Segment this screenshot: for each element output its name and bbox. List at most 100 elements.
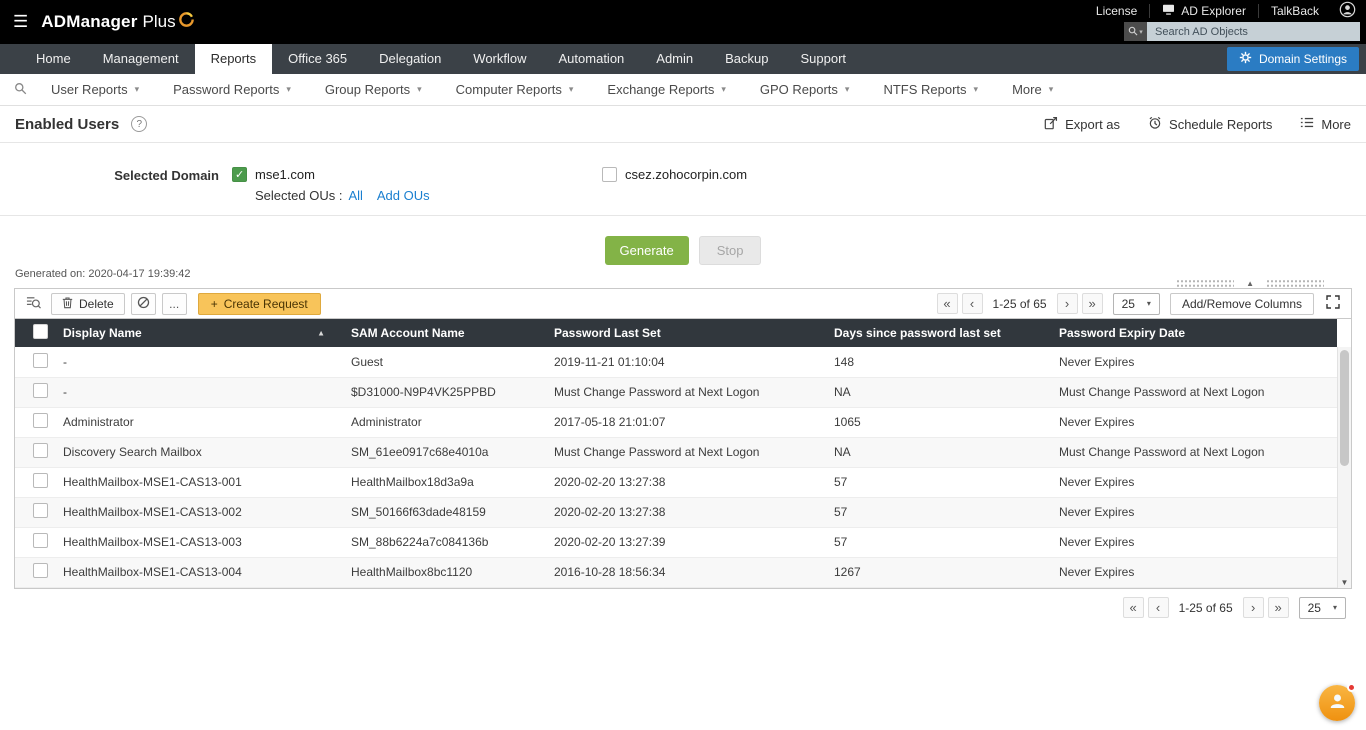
report-search-button[interactable] bbox=[4, 82, 37, 98]
row-checkbox[interactable] bbox=[32, 443, 48, 458]
add-remove-columns-button[interactable]: Add/Remove Columns bbox=[1169, 292, 1314, 315]
collapse-panel-button[interactable]: ▲ bbox=[1241, 279, 1259, 288]
domain-checkbox[interactable] bbox=[232, 167, 247, 182]
scrollbar-thumb[interactable] bbox=[1340, 350, 1349, 466]
schedule-reports-button[interactable]: Schedule Reports bbox=[1148, 116, 1272, 133]
row-checkbox[interactable] bbox=[32, 383, 48, 398]
last-page-button[interactable]: » bbox=[1267, 597, 1289, 618]
nav-tab[interactable]: Office 365 bbox=[272, 44, 363, 74]
row-checkbox[interactable] bbox=[32, 563, 48, 578]
report-category-label: NTFS Reports bbox=[883, 82, 967, 97]
page-size-value: 25 bbox=[1307, 600, 1321, 615]
report-category[interactable]: User Reports ▾ bbox=[37, 82, 159, 97]
column-header-password-last-set[interactable]: Password Last Set bbox=[544, 319, 824, 347]
report-categories: User Reports ▾ Password Reports ▾ Group … bbox=[37, 82, 1073, 97]
row-checkbox[interactable] bbox=[32, 413, 48, 428]
generate-button[interactable]: Generate bbox=[604, 236, 689, 265]
first-page-button[interactable]: « bbox=[936, 293, 958, 314]
row-checkbox[interactable] bbox=[32, 503, 48, 518]
hamburger-menu-button[interactable]: ☰ bbox=[0, 0, 41, 44]
cell-sam-account-name: Guest bbox=[341, 347, 544, 378]
column-header-password-expiry[interactable]: Password Expiry Date bbox=[1049, 319, 1337, 347]
search-input[interactable] bbox=[1147, 22, 1360, 41]
page-size-value: 25 bbox=[1121, 296, 1135, 311]
brand-logo: ADManager Plus bbox=[41, 11, 194, 32]
report-category[interactable]: Computer Reports ▾ bbox=[442, 82, 594, 97]
next-page-button[interactable]: › bbox=[1242, 597, 1264, 618]
table-row[interactable]: HealthMailbox-MSE1-CAS13-002 SM_50166f63… bbox=[15, 497, 1337, 528]
table-row[interactable]: HealthMailbox-MSE1-CAS13-003 SM_88b6224a… bbox=[15, 527, 1337, 558]
column-header-sam-account-name[interactable]: SAM Account Name bbox=[341, 319, 544, 347]
row-checkbox[interactable] bbox=[32, 533, 48, 548]
expand-grid-button[interactable] bbox=[1326, 295, 1340, 312]
page-range-text: 1-25 of 65 bbox=[992, 296, 1047, 311]
ad-explorer-link[interactable]: AD Explorer bbox=[1150, 3, 1259, 18]
nav-tab[interactable]: Home bbox=[20, 44, 87, 74]
prev-page-button[interactable]: ‹ bbox=[961, 293, 983, 314]
domain-settings-button[interactable]: Domain Settings bbox=[1226, 47, 1359, 71]
domain-checkbox[interactable] bbox=[602, 167, 617, 182]
next-page-button[interactable]: › bbox=[1056, 293, 1078, 314]
nav-tab[interactable]: Automation bbox=[543, 44, 641, 74]
nav-tab[interactable]: Admin bbox=[640, 44, 709, 74]
report-category[interactable]: More ▾ bbox=[998, 82, 1073, 97]
column-header-days-since[interactable]: Days since password last set bbox=[824, 319, 1049, 347]
nav-tab[interactable]: Reports bbox=[194, 44, 273, 74]
more-row-actions-button[interactable]: ... bbox=[161, 292, 187, 315]
scroll-down-button[interactable]: ▼ bbox=[1338, 578, 1351, 587]
nav-tab[interactable]: Management bbox=[87, 44, 195, 74]
user-menu-button[interactable] bbox=[1331, 1, 1360, 21]
stop-button[interactable]: Stop bbox=[698, 236, 762, 265]
last-page-button[interactable]: » bbox=[1081, 293, 1103, 314]
main-nav-tabs: Home Management Reports Office 365 Deleg… bbox=[0, 44, 862, 74]
report-category[interactable]: NTFS Reports ▾ bbox=[869, 82, 998, 97]
table-row[interactable]: Administrator Administrator 2017-05-18 2… bbox=[15, 407, 1337, 438]
search-scope-button[interactable]: ▾ bbox=[1124, 22, 1147, 41]
add-ous-link[interactable]: Add OUs bbox=[377, 188, 430, 203]
generated-on-text: Generated on: 2020-04-17 19:39:42 bbox=[15, 268, 191, 280]
table-row[interactable]: Discovery Search Mailbox SM_61ee0917c68e… bbox=[15, 437, 1337, 468]
support-chat-button[interactable] bbox=[1319, 683, 1356, 721]
gear-icon bbox=[1239, 51, 1252, 67]
nav-tab[interactable]: Support bbox=[785, 44, 863, 74]
help-icon[interactable]: ? bbox=[131, 116, 148, 132]
report-category[interactable]: Password Reports ▾ bbox=[159, 82, 311, 97]
report-category[interactable]: GPO Reports ▾ bbox=[746, 82, 870, 97]
table-row[interactable]: HealthMailbox-MSE1-CAS13-001 HealthMailb… bbox=[15, 467, 1337, 498]
nav-tab[interactable]: Delegation bbox=[363, 44, 457, 74]
block-icon bbox=[137, 296, 150, 312]
page-size-select[interactable]: 25 ▾ bbox=[1112, 292, 1160, 315]
select-all-checkbox[interactable] bbox=[32, 324, 48, 339]
first-page-button[interactable]: « bbox=[1122, 597, 1144, 618]
row-checkbox[interactable] bbox=[32, 352, 48, 368]
row-checkbox[interactable] bbox=[32, 473, 48, 488]
page-size-select[interactable]: 25 ▾ bbox=[1298, 596, 1346, 619]
results-region: Delete ... + Create Request « ‹ 1-25 of … bbox=[14, 288, 1352, 627]
cell-display-name: HealthMailbox-MSE1-CAS13-001 bbox=[53, 467, 341, 498]
nav-tab[interactable]: Backup bbox=[709, 44, 784, 74]
panel-resize-handle[interactable]: ▲ bbox=[1176, 279, 1324, 288]
table-row[interactable]: HealthMailbox-MSE1-CAS13-004 HealthMailb… bbox=[15, 557, 1337, 588]
report-category[interactable]: Exchange Reports ▾ bbox=[593, 82, 745, 97]
nav-tab[interactable]: Workflow bbox=[457, 44, 542, 74]
selected-ous-value[interactable]: All bbox=[348, 188, 362, 203]
more-actions-menu-button[interactable]: More bbox=[1300, 116, 1351, 132]
table-search-button[interactable] bbox=[22, 295, 45, 313]
column-header-display-name[interactable]: Display Name ▲ bbox=[53, 319, 341, 347]
report-category[interactable]: Group Reports ▾ bbox=[311, 82, 442, 97]
disable-button[interactable] bbox=[130, 292, 156, 315]
cell-days-since: 1267 bbox=[824, 557, 1049, 588]
table-row[interactable]: - $D31000-N9P4VK25PPBD Must Change Passw… bbox=[15, 377, 1337, 408]
license-link[interactable]: License bbox=[1084, 3, 1151, 18]
talkback-link[interactable]: TalkBack bbox=[1259, 4, 1331, 18]
cell-sam-account-name: HealthMailbox18d3a9a bbox=[341, 467, 544, 498]
domain-settings-label: Domain Settings bbox=[1258, 52, 1347, 66]
export-as-button[interactable]: Export as bbox=[1044, 116, 1120, 133]
prev-page-button[interactable]: ‹ bbox=[1147, 597, 1169, 618]
create-request-button[interactable]: + Create Request bbox=[197, 292, 321, 315]
table-row[interactable]: - Guest 2019-11-21 01:10:04 148 Never Ex… bbox=[15, 347, 1337, 378]
vertical-scrollbar[interactable]: ▼ bbox=[1337, 347, 1351, 588]
delete-button[interactable]: Delete bbox=[51, 292, 125, 315]
cell-password-last-set: Must Change Password at Next Logon bbox=[544, 437, 824, 468]
more-label: More bbox=[1321, 116, 1351, 132]
